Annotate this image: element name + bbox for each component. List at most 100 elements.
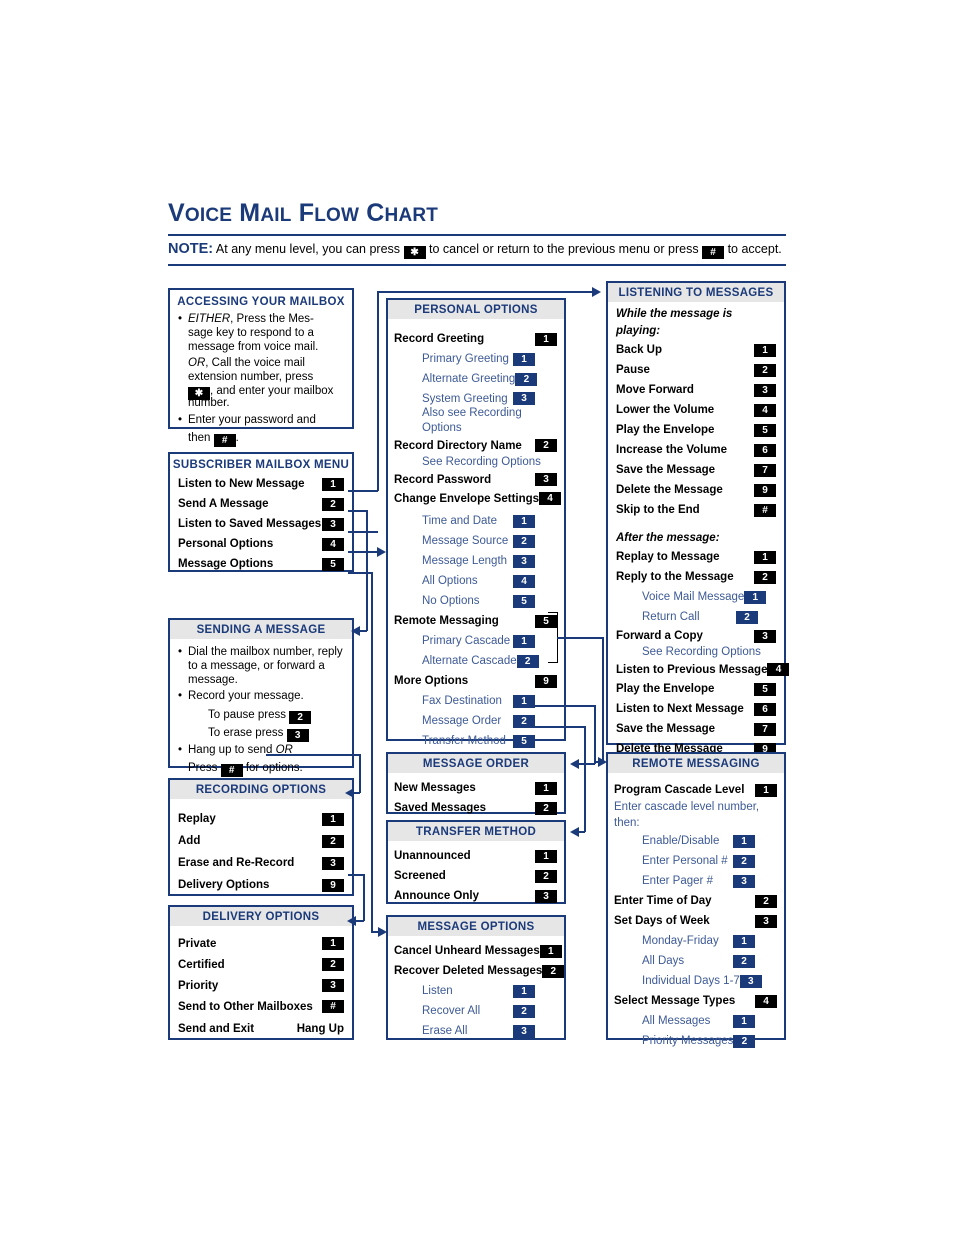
menu-item-send-message[interactable]: Send A Message 2	[178, 494, 344, 514]
menu-item-listen-new[interactable]: Listen to New Message 1	[178, 474, 344, 494]
menu-label: Certified	[178, 958, 225, 971]
types-item-priority-messages[interactable]: Priority Messages 2	[614, 1031, 777, 1051]
key-badge: 6	[754, 443, 776, 457]
cascade-item-alternate[interactable]: Alternate Cascade 2	[394, 651, 557, 671]
listening-item-save-message[interactable]: Save the Message 7	[616, 460, 776, 480]
menu-label: Select Message Types	[614, 995, 736, 1007]
listening-item-move-forward[interactable]: Move Forward 3	[616, 380, 776, 400]
listening-item-skip-to-end[interactable]: Skip to the End #	[616, 500, 776, 520]
menu-label: Time and Date	[422, 515, 497, 527]
remote-item-select-message-types[interactable]: Select Message Types 4	[614, 991, 777, 1011]
after-item-forward-copy[interactable]: Forward a Copy 3	[616, 627, 776, 645]
recording-item-replay[interactable]: Replay 1	[178, 808, 344, 830]
page-title: VOICE MAIL FLOW CHART	[168, 199, 439, 227]
delivery-item-send-and-exit[interactable]: Send and Exit Hang Up	[178, 1017, 344, 1041]
key-badge: 9	[322, 878, 344, 892]
key-badge: 5	[754, 682, 776, 696]
key-badge: 1	[535, 332, 557, 346]
message-options-item-cancel-unheard[interactable]: Cancel Unheard Messages 1	[394, 941, 562, 961]
accessing-line-3: message from voice mail.	[188, 341, 319, 353]
remote-item-program-cascade-level[interactable]: Program Cascade Level 1	[614, 781, 777, 799]
transfer-method-box: TRANSFER METHOD Unannounced 1 Screened 2…	[386, 820, 566, 904]
personal-item-primary-greeting[interactable]: Primary Greeting 1	[394, 349, 557, 369]
listening-item-increase-volume[interactable]: Increase the Volume 6	[616, 440, 776, 460]
days-item-all-days[interactable]: All Days 2	[614, 951, 777, 971]
cascade-item-primary[interactable]: Primary Cascade 1	[394, 631, 557, 651]
after-item-listen-previous[interactable]: Listen to Previous Message 4	[616, 660, 790, 679]
listening-item-back-up[interactable]: Back Up 1	[616, 340, 776, 360]
key-badge: 1	[513, 634, 535, 648]
envelope-item-time-and-date[interactable]: Time and Date 1	[394, 511, 557, 531]
cascade-item-enter-personal[interactable]: Enter Personal # 2	[614, 851, 777, 871]
bullet-dot: •	[178, 414, 183, 426]
connector-line	[584, 726, 586, 832]
bullet-dot: •	[178, 646, 183, 658]
connector-line	[348, 572, 372, 574]
recording-item-delivery-options[interactable]: Delivery Options 9	[178, 874, 344, 896]
message-options-item-recover-deleted[interactable]: Recover Deleted Messages 2	[394, 961, 565, 981]
personal-item-system-greeting[interactable]: System Greeting 3	[394, 389, 557, 408]
personal-item-more-options[interactable]: More Options 9	[394, 671, 557, 691]
menu-item-listen-saved[interactable]: Listen to Saved Messages 3	[178, 514, 344, 534]
more-item-fax-destination[interactable]: Fax Destination 1	[394, 691, 557, 711]
message-order-header: MESSAGE ORDER	[388, 754, 564, 774]
menu-label: Primary Greeting	[422, 353, 509, 365]
remote-item-enter-time-of-day[interactable]: Enter Time of Day 2	[614, 891, 777, 911]
envelope-item-no-options[interactable]: No Options 5	[394, 591, 557, 611]
listening-item-play-envelope[interactable]: Play the Envelope 5	[616, 420, 776, 440]
cascade-item-enter-pager[interactable]: Enter Pager # 3	[614, 871, 777, 891]
transfer-item-unannounced[interactable]: Unannounced 1	[394, 846, 557, 866]
menu-label: Alternate Greeting	[422, 373, 516, 385]
recover-item-listen[interactable]: Listen 1	[394, 981, 557, 1001]
types-item-all-messages[interactable]: All Messages 1	[614, 1011, 777, 1031]
delivery-item-private[interactable]: Private 1	[178, 933, 344, 954]
cascade-item-enable-disable[interactable]: Enable/Disable 1	[614, 831, 777, 851]
after-item-replay-message[interactable]: Replay to Message 1	[616, 547, 776, 567]
while-playing-label: While the message is playing:	[616, 308, 733, 337]
envelope-item-message-length[interactable]: Message Length 3	[394, 551, 557, 571]
menu-label: Delivery Options	[178, 879, 270, 891]
envelope-item-message-source[interactable]: Message Source 2	[394, 531, 557, 551]
transfer-item-announce-only[interactable]: Announce Only 3	[394, 886, 557, 906]
more-item-transfer-method[interactable]: Transfer Method 5	[394, 731, 557, 751]
personal-item-record-password[interactable]: Record Password 3	[394, 470, 557, 489]
key-badge: 1	[535, 849, 557, 863]
personal-item-record-directory-name[interactable]: Record Directory Name 2	[394, 436, 557, 455]
accessing-or-line-2: extension number, press	[188, 371, 314, 383]
recording-item-erase-rerecord[interactable]: Erase and Re-Record 3	[178, 852, 344, 874]
menu-item-personal-options[interactable]: Personal Options 4	[178, 534, 344, 554]
days-item-individual-days[interactable]: Individual Days 1-7 3	[614, 971, 777, 991]
recording-item-add[interactable]: Add 2	[178, 830, 344, 852]
personal-item-change-envelope-settings[interactable]: Change Envelope Settings 4	[394, 489, 562, 508]
key-badge: 1	[754, 550, 776, 564]
reply-item-return-call[interactable]: Return Call 2	[616, 607, 776, 627]
delivery-options-box: DELIVERY OPTIONS Private 1 Certified 2 P…	[168, 905, 354, 1040]
delivery-item-send-other-mailboxes[interactable]: Send to Other Mailboxes #	[178, 996, 344, 1017]
transfer-item-screened[interactable]: Screened 2	[394, 866, 557, 886]
personal-item-alternate-greeting[interactable]: Alternate Greeting 2	[394, 369, 557, 389]
more-item-message-order[interactable]: Message Order 2	[394, 711, 557, 731]
after-item-play-envelope[interactable]: Play the Envelope 5	[616, 679, 776, 699]
after-item-listen-next[interactable]: Listen to Next Message 6	[616, 699, 776, 719]
personal-item-remote-messaging[interactable]: Remote Messaging 5	[394, 611, 557, 631]
after-item-save-message[interactable]: Save the Message 7	[616, 719, 776, 739]
message-order-item-new[interactable]: New Messages 1	[394, 778, 557, 798]
menu-label: Return Call	[642, 611, 700, 623]
menu-label: Priority	[178, 979, 219, 992]
envelope-item-all-options[interactable]: All Options 4	[394, 571, 557, 591]
recover-item-recover-all[interactable]: Recover All 2	[394, 1001, 557, 1021]
listening-item-pause[interactable]: Pause 2	[616, 360, 776, 380]
listening-item-delete-message[interactable]: Delete the Message 9	[616, 480, 776, 500]
reply-item-voice-mail-message[interactable]: Voice Mail Message 1	[616, 587, 776, 607]
listening-item-lower-volume[interactable]: Lower the Volume 4	[616, 400, 776, 420]
delivery-item-priority[interactable]: Priority 3	[178, 975, 344, 996]
menu-item-message-options[interactable]: Message Options 5	[178, 554, 344, 574]
message-order-item-saved[interactable]: Saved Messages 2	[394, 798, 557, 818]
remote-item-set-days-of-week[interactable]: Set Days of Week 3	[614, 911, 777, 931]
after-item-reply-message[interactable]: Reply to the Message 2	[616, 567, 776, 587]
delivery-item-certified[interactable]: Certified 2	[178, 954, 344, 975]
personal-item-record-greeting[interactable]: Record Greeting 1	[394, 329, 557, 349]
key-badge: 2	[754, 363, 776, 377]
days-item-monday-friday[interactable]: Monday-Friday 1	[614, 931, 777, 951]
recover-item-erase-all[interactable]: Erase All 3	[394, 1021, 557, 1041]
